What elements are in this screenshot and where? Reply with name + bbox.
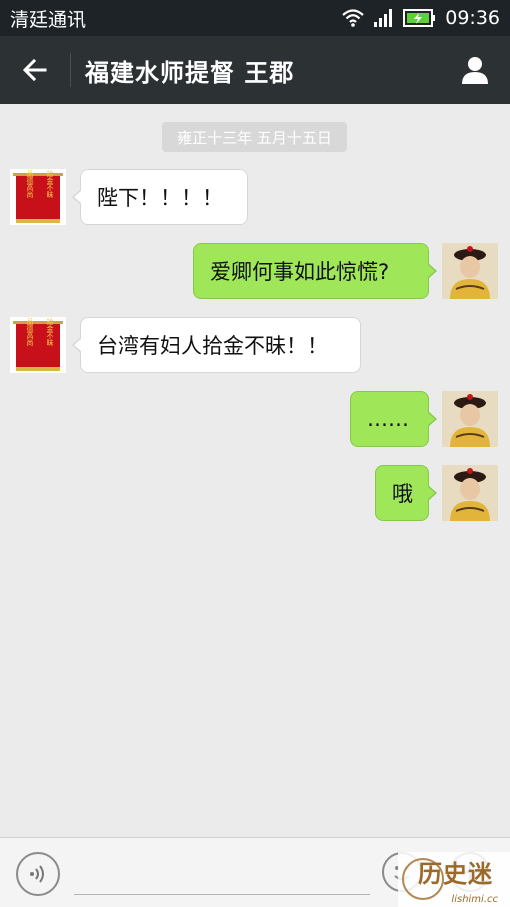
banner-avatar-icon: 拾金不昧 品德高尚 bbox=[10, 317, 66, 373]
self-avatar[interactable] bbox=[442, 465, 498, 521]
message-bubble-outgoing[interactable]: 哦 bbox=[375, 465, 437, 521]
emperor-portrait-icon bbox=[442, 243, 498, 299]
date-separator: 雍正十三年 五月十五日 bbox=[162, 122, 347, 152]
voice-button[interactable] bbox=[16, 852, 60, 896]
wifi-icon bbox=[342, 9, 364, 27]
status-bar: 清廷通讯 09:36 bbox=[0, 0, 510, 36]
clock: 09:36 bbox=[445, 7, 500, 29]
voice-icon bbox=[30, 865, 44, 883]
carrier-label: 清廷通讯 bbox=[10, 8, 87, 31]
chat-title: 福建水师提督 王郡 bbox=[85, 58, 295, 87]
message-bubble-incoming[interactable]: 陛下！！！！ bbox=[72, 169, 248, 225]
self-avatar[interactable] bbox=[442, 243, 498, 299]
chat-area[interactable]: 雍正十三年 五月十五日 拾金不昧 品德高尚 陛下！！！！ 爱卿何事如此惊慌? 拾… bbox=[0, 104, 510, 837]
watermark-text: 历史迷 bbox=[418, 859, 493, 888]
person-icon bbox=[462, 57, 488, 84]
sender-avatar[interactable]: 拾金不昧 品德高尚 bbox=[10, 169, 66, 225]
banner-left-text: 品德高尚 bbox=[26, 170, 34, 199]
emperor-portrait-icon bbox=[442, 391, 498, 447]
watermark-url: lishimi.cc bbox=[451, 894, 498, 905]
message-bubble-outgoing[interactable]: 爱卿何事如此惊慌? bbox=[193, 243, 437, 299]
battery-charging-icon bbox=[403, 9, 436, 27]
emperor-portrait-icon bbox=[442, 465, 498, 521]
message-input[interactable] bbox=[74, 850, 370, 895]
status-icons: 09:36 bbox=[341, 7, 500, 29]
signal-icon bbox=[374, 9, 393, 27]
header-divider bbox=[70, 53, 71, 87]
banner-right-text: 拾金不昧 bbox=[46, 317, 54, 347]
chat-header: 福建水师提督 王郡 bbox=[0, 36, 510, 104]
arrow-left-icon bbox=[22, 58, 47, 82]
profile-button[interactable] bbox=[440, 36, 510, 104]
message-bubble-incoming[interactable]: 台湾有妇人拾金不昧！！ bbox=[72, 317, 361, 373]
back-button[interactable] bbox=[0, 36, 70, 104]
sender-avatar[interactable]: 拾金不昧 品德高尚 bbox=[10, 317, 66, 373]
banner-left-text: 品德高尚 bbox=[26, 318, 34, 347]
self-avatar[interactable] bbox=[442, 391, 498, 447]
banner-right-text: 拾金不昧 bbox=[46, 169, 54, 199]
message-bubble-outgoing[interactable]: …… bbox=[350, 391, 437, 447]
banner-avatar-icon: 拾金不昧 品德高尚 bbox=[10, 169, 66, 225]
watermark: 历史迷 lishimi.cc bbox=[398, 852, 510, 907]
